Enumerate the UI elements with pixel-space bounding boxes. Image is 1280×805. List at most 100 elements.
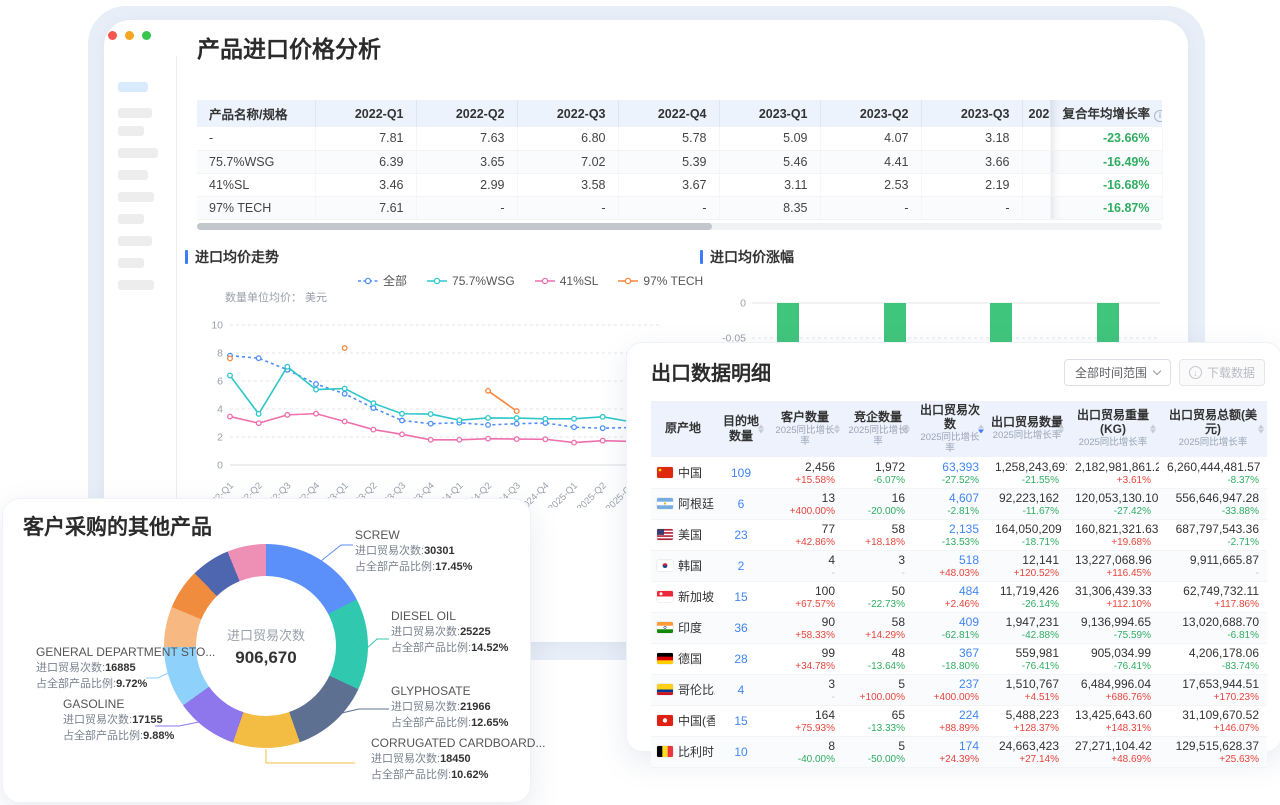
sort-icon[interactable]	[834, 425, 840, 434]
metric-cell: 65-13.33%	[843, 705, 913, 736]
export-col-header: 原产地	[651, 401, 715, 457]
trade-times-cell[interactable]: 63,393-27.52%	[913, 457, 987, 488]
hscroll-thumb[interactable]	[197, 223, 712, 230]
export-col-header[interactable]: 出口贸易次数2025同比增长率	[913, 401, 987, 457]
export-col-header[interactable]: 出口贸易总额(美元)2025同比增长率	[1159, 401, 1267, 457]
sort-icon[interactable]	[1150, 425, 1156, 434]
close-button[interactable]	[108, 31, 117, 40]
sort-icon[interactable]	[1258, 425, 1264, 434]
legend-item[interactable]: 75.7%WSG	[427, 274, 515, 288]
donut-label: GASOLINE 进口贸易次数:17155 占全部产品比例:9.88%	[63, 696, 174, 744]
sidebar-item-skeleton[interactable]	[118, 236, 152, 246]
sidebar-item-skeleton[interactable]	[118, 192, 154, 202]
cagr-value: -16.49%	[1050, 150, 1162, 173]
sort-icon[interactable]	[904, 425, 910, 434]
destination-count-link[interactable]: 15	[715, 581, 767, 612]
time-range-dropdown[interactable]: 全部时间范围	[1064, 359, 1171, 386]
destination-count-link[interactable]: 36	[715, 612, 767, 643]
download-data-button[interactable]: ↓ 下载数据	[1179, 359, 1265, 386]
price-value: 3.46	[315, 173, 416, 196]
destination-count-link[interactable]: 2	[715, 550, 767, 581]
svg-text:0: 0	[217, 460, 223, 472]
sidebar-item-skeleton[interactable]	[118, 258, 144, 268]
sidebar-item-skeleton[interactable]	[118, 108, 152, 118]
trade-times-cell[interactable]: 518+48.03%	[913, 550, 987, 581]
export-col-header[interactable]: 出口贸易重量(KG)2025同比增长率	[1067, 401, 1159, 457]
metric-cell: 1,258,243,691-21.55%	[987, 457, 1067, 488]
title-accent-bar	[185, 250, 188, 264]
trade-times-cell[interactable]: 237+400.00%	[913, 674, 987, 705]
sidebar-item-skeleton[interactable]	[118, 170, 148, 180]
destination-count-link[interactable]: 6	[715, 488, 767, 519]
price-value: -	[618, 196, 719, 219]
legend-item[interactable]: 41%SL	[535, 274, 599, 288]
price-value: -	[416, 196, 517, 219]
product-name: 75.7%WSG	[197, 150, 315, 173]
sidebar-item-skeleton[interactable]	[118, 280, 154, 290]
sort-icon[interactable]	[758, 425, 764, 434]
donut-center: 进口贸易次数 906,670	[196, 576, 336, 716]
trend-chart-legend: 全部 75.7%WSG 41%SL 97% TECH	[358, 272, 703, 289]
origin-cell: 美国	[651, 519, 715, 550]
sidebar-item-skeleton[interactable]	[118, 214, 144, 224]
export-col-header[interactable]: 竞企数量2025同比增长率	[843, 401, 913, 457]
price-table-row: -7.817.636.805.785.094.073.18-23.66%	[197, 127, 1162, 150]
svg-text:2025-Q1: 2025-Q1	[546, 480, 580, 508]
export-col-header[interactable]: 目的地数量	[715, 401, 767, 457]
destination-count-link[interactable]: 10	[715, 736, 767, 767]
price-table-row: 41%SL3.462.993.583.673.112.532.19-16.68%	[197, 173, 1162, 196]
title-accent-bar	[700, 250, 703, 264]
product-name: -	[197, 127, 315, 150]
metric-cell: 556,646,947.28-33.88%	[1159, 488, 1267, 519]
destination-count-link[interactable]: 28	[715, 643, 767, 674]
sidebar-item-skeleton[interactable]	[118, 126, 144, 136]
metric-cell: 9,136,994.65-75.59%	[1067, 612, 1159, 643]
origin-cell: 德国	[651, 643, 715, 674]
legend-item[interactable]: 97% TECH	[618, 274, 703, 288]
price-value-hidden	[1022, 173, 1050, 196]
trade-times-cell[interactable]: 4,607-2.81%	[913, 488, 987, 519]
export-col-header[interactable]: 客户数量2025同比增长率	[767, 401, 843, 457]
flag-us-icon	[657, 529, 673, 540]
metric-cell: 120,053,130.10-27.42%	[1067, 488, 1159, 519]
metric-cell: 5,488,223+128.37%	[987, 705, 1067, 736]
export-table-row: 比利时10 8-40.00% 5-50.00% 174+24.39% 24,66…	[651, 736, 1267, 767]
price-table-row: 97% TECH7.61---8.35---16.87%	[197, 196, 1162, 219]
change-bar-chart: 0-0.05	[700, 287, 1162, 342]
metric-cell: 48-13.64%	[843, 643, 913, 674]
metric-cell: 92,223,162-11.67%	[987, 488, 1067, 519]
sidebar-item-active[interactable]	[118, 82, 148, 92]
chevron-down-icon	[1153, 367, 1161, 375]
window-controls	[108, 31, 151, 40]
destination-count-link[interactable]: 15	[715, 705, 767, 736]
trade-times-cell[interactable]: 224+88.89%	[913, 705, 987, 736]
export-col-header[interactable]: 出口贸易数量2025同比增长率	[987, 401, 1067, 457]
price-col-quarter: 2022-Q3	[517, 100, 618, 127]
legend-item[interactable]: 全部	[358, 272, 407, 289]
price-col-cagr[interactable]: 复合年均增长率i	[1050, 100, 1162, 127]
trade-times-cell[interactable]: 484+2.46%	[913, 581, 987, 612]
metric-cell: 1,510,767+4.51%	[987, 674, 1067, 705]
horizontal-scrollbar[interactable]	[197, 223, 1162, 230]
destination-count-link[interactable]: 4	[715, 674, 767, 705]
sort-icon[interactable]	[1058, 425, 1064, 434]
legend-marker	[427, 277, 447, 285]
price-value: 6.80	[517, 127, 618, 150]
trade-times-cell[interactable]: 367-18.80%	[913, 643, 987, 674]
export-table-row: 新加坡15 100+67.57% 50-22.73% 484+2.46% 11,…	[651, 581, 1267, 612]
destination-count-link[interactable]: 109	[715, 457, 767, 488]
metric-cell: 11,719,426-26.14%	[987, 581, 1067, 612]
trade-times-cell[interactable]: 174+24.39%	[913, 736, 987, 767]
price-value: 5.09	[719, 127, 820, 150]
change-chart-title: 进口均价涨幅	[700, 247, 794, 267]
sidebar-item-skeleton[interactable]	[118, 148, 158, 158]
price-value: 7.61	[315, 196, 416, 219]
trade-times-cell[interactable]: 409-62.81%	[913, 612, 987, 643]
download-icon: ↓	[1189, 366, 1202, 379]
sort-icon[interactable]	[978, 425, 984, 434]
destination-count-link[interactable]: 23	[715, 519, 767, 550]
trade-times-cell[interactable]: 2,135-13.53%	[913, 519, 987, 550]
minimize-button[interactable]	[125, 31, 134, 40]
zoom-button[interactable]	[142, 31, 151, 40]
price-value: 2.99	[416, 173, 517, 196]
